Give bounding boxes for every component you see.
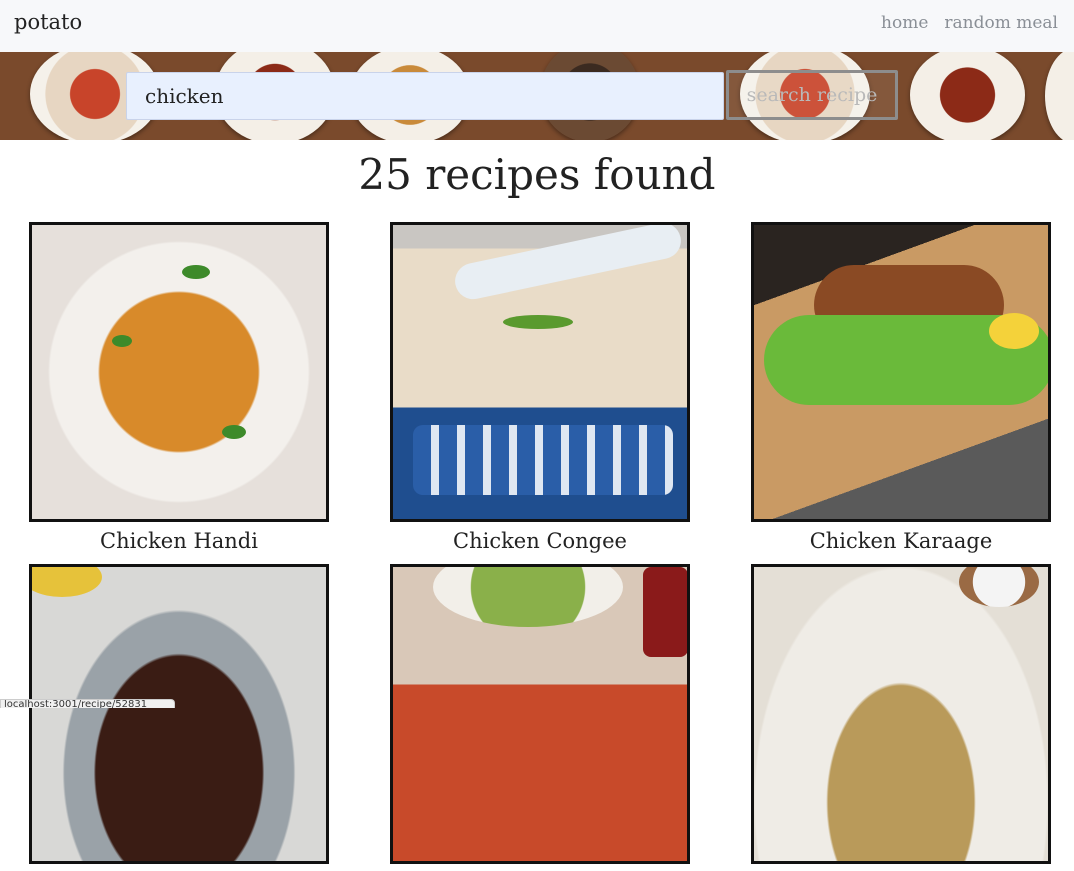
pot-handle xyxy=(32,567,102,597)
recipe-image[interactable] xyxy=(29,564,329,864)
status-bar-url: localhost:3001/recipe/52831 xyxy=(0,699,175,708)
garnish xyxy=(112,335,132,347)
recipe-title[interactable]: Chicken Karaage xyxy=(751,529,1051,553)
recipe-title[interactable]: Chicken Congee xyxy=(390,529,690,553)
hero-food-image xyxy=(1045,52,1074,140)
recipe-card[interactable]: Chicken Congee xyxy=(390,222,690,553)
results-count-heading: 25 recipes found xyxy=(358,150,716,199)
top-navbar: potato home random meal xyxy=(0,0,1074,52)
salt-bowl xyxy=(959,567,1039,607)
lemon xyxy=(989,313,1039,349)
nav-link-home[interactable]: home xyxy=(881,13,928,33)
garnish xyxy=(503,315,573,329)
recipe-image[interactable] xyxy=(390,564,690,864)
recipe-image[interactable] xyxy=(751,564,1051,864)
garnish xyxy=(222,425,246,439)
search-input[interactable] xyxy=(126,72,724,120)
spoon xyxy=(451,225,685,303)
recipe-image[interactable] xyxy=(390,222,690,522)
bowl-pattern xyxy=(413,425,673,495)
recipe-card[interactable] xyxy=(29,564,329,871)
recipe-card[interactable]: Chicken Karaage xyxy=(751,222,1051,553)
nav-links: home random meal xyxy=(881,13,1058,33)
recipe-title[interactable]: Chicken Handi xyxy=(29,529,329,553)
garnish xyxy=(182,265,210,279)
nav-link-random-meal[interactable]: random meal xyxy=(944,13,1058,33)
sauce-bottle xyxy=(643,567,687,657)
recipe-card[interactable]: Chicken Handi xyxy=(29,222,329,553)
recipe-card[interactable] xyxy=(390,564,690,871)
search-recipe-button[interactable]: search recipe xyxy=(726,70,898,120)
chutney-bowl xyxy=(433,567,623,627)
hero-food-image xyxy=(910,52,1025,140)
recipe-image[interactable] xyxy=(751,222,1051,522)
hero-banner: search recipe xyxy=(0,52,1074,140)
brand-logo[interactable]: potato xyxy=(14,10,82,34)
recipe-image[interactable] xyxy=(29,222,329,522)
recipe-card[interactable] xyxy=(751,564,1051,871)
